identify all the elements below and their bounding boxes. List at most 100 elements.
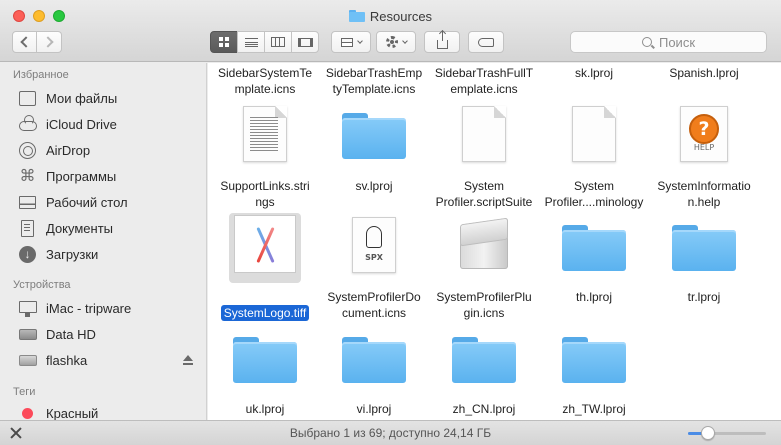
list-view-button[interactable] <box>237 31 265 53</box>
system-profiler-document-icon: SPX <box>352 217 396 273</box>
edit-tags-button[interactable] <box>468 31 504 53</box>
sidebar-item-desktop[interactable]: Рабочий стол <box>18 190 128 214</box>
eject-icon[interactable] <box>183 355 193 365</box>
sidebar-item-downloads[interactable]: ↓ Загрузки <box>18 242 98 266</box>
flash-drive-icon <box>18 351 37 369</box>
folder-icon <box>348 10 365 22</box>
file-item[interactable]: zh_CN.lproj <box>429 325 539 420</box>
sidebar-item-label: Загрузки <box>46 246 99 262</box>
file-item[interactable]: SidebarTrashFullT emplate.icns <box>429 65 539 97</box>
toolbar: Resources Поиск <box>0 0 781 62</box>
file-item[interactable]: SidebarSystemTe mplate.icns <box>210 65 320 97</box>
icon-size-slider[interactable] <box>688 432 766 435</box>
airdrop-icon <box>18 141 37 159</box>
sidebar-item-label: Data HD <box>46 326 96 342</box>
chevron-down-icon <box>356 37 363 44</box>
sidebar-item-documents[interactable]: Документы <box>18 216 113 240</box>
file-name: vi.lproj <box>356 402 392 416</box>
file-name: Spanish.lproj <box>669 66 739 80</box>
folder-icon <box>562 225 626 271</box>
plugin-icon <box>455 217 513 273</box>
share-button[interactable] <box>424 31 460 53</box>
tag-icon <box>478 37 494 47</box>
sidebar-item-icloud-drive[interactable]: iCloud Drive <box>18 112 117 136</box>
file-name-wrap: SystemLogo.tiff <box>210 289 320 321</box>
folder-icon <box>342 113 406 159</box>
file-item[interactable]: SystemProfilerPlu gin.icns <box>429 213 539 323</box>
file-name: System Profiler.scriptSuite <box>435 179 533 209</box>
file-name: sk.lproj <box>574 66 613 80</box>
gear-icon <box>385 36 398 48</box>
back-button[interactable] <box>12 31 37 53</box>
file-name: SidebarSystemTe mplate.icns <box>217 66 313 96</box>
file-item[interactable]: ? HELP SystemInformatio n.help <box>649 103 759 213</box>
sidebar-item-label: AirDrop <box>46 142 91 158</box>
sidebar-item-data-hd[interactable]: Data HD <box>18 322 96 346</box>
slider-knob[interactable] <box>700 426 715 440</box>
action-button[interactable] <box>376 31 416 53</box>
file-item-selected[interactable]: SystemLogo.tiff <box>210 213 320 323</box>
file-item[interactable]: SPX SystemProfilerDo cument.icns <box>319 213 429 323</box>
sidebar-item-label: Программы <box>46 168 117 184</box>
folder-icon <box>342 337 406 383</box>
file-item[interactable]: System Profiler.scriptSuite <box>429 103 539 213</box>
sidebar-item-label: iCloud Drive <box>46 116 117 132</box>
file-item[interactable]: th.lproj <box>539 213 649 323</box>
window-title-bar: Resources <box>0 9 781 24</box>
sidebar-item-flashka[interactable]: flashka <box>18 348 87 372</box>
arrange-button[interactable] <box>331 31 371 53</box>
file-name: SystemInformatio n.help <box>657 179 751 209</box>
file-item[interactable]: sv.lproj <box>319 103 429 213</box>
file-item[interactable]: System Profiler....minology <box>539 103 649 213</box>
desktop-icon <box>18 193 37 211</box>
grid-icon <box>219 37 229 47</box>
column-view-button[interactable] <box>264 31 292 53</box>
cover-flow-icon <box>297 37 313 47</box>
search-field[interactable]: Поиск <box>570 31 767 53</box>
chevron-down-icon <box>401 37 408 44</box>
hard-drive-icon <box>18 325 37 343</box>
sidebar-item-airdrop[interactable]: AirDrop <box>18 138 90 162</box>
file-name: uk.lproj <box>245 402 285 416</box>
downloads-icon: ↓ <box>18 245 37 263</box>
sidebar-item-all-my-files[interactable]: Мои файлы <box>18 86 117 110</box>
document-icon <box>572 106 616 162</box>
file-item[interactable]: uk.lproj <box>210 325 320 420</box>
chevron-left-icon <box>20 36 32 48</box>
window-title: Resources <box>369 9 433 24</box>
chevron-right-icon <box>41 36 54 48</box>
file-item[interactable]: Spanish.lproj <box>649 65 759 81</box>
sidebar-header-favorites: Избранное <box>13 69 69 81</box>
folder-icon <box>672 225 736 271</box>
file-name: zh_CN.lproj <box>452 402 516 416</box>
sidebar-item-label: Мои файлы <box>46 90 118 106</box>
help-book-icon: ? HELP <box>680 106 728 162</box>
file-item[interactable]: SidebarTrashEmp tyTemplate.icns <box>319 65 429 97</box>
cover-flow-button[interactable] <box>291 31 319 53</box>
file-name: tr.lproj <box>687 290 721 304</box>
finder-window: Resources Поиск Избранное Мои файлы iClo… <box>0 0 781 445</box>
search-placeholder: Поиск <box>658 34 696 50</box>
file-item[interactable]: tr.lproj <box>649 213 759 323</box>
sidebar-item-tag-red[interactable]: Красный <box>18 401 98 420</box>
forward-button[interactable] <box>37 31 62 53</box>
file-name: zh_TW.lproj <box>562 402 626 416</box>
folder-icon <box>233 337 297 383</box>
file-name: SupportLinks.stri ngs <box>220 179 310 209</box>
imac-icon <box>18 299 37 317</box>
all-my-files-icon <box>18 89 37 107</box>
file-name: SidebarTrashEmp tyTemplate.icns <box>325 66 423 96</box>
sidebar-item-applications[interactable]: ⌘ Программы <box>18 164 117 188</box>
icon-view-button[interactable] <box>210 31 238 53</box>
sidebar-item-imac[interactable]: iMac - tripware <box>18 296 131 320</box>
folder-icon <box>452 337 516 383</box>
sidebar-header-tags: Теги <box>13 386 36 398</box>
sidebar-item-label: iMac - tripware <box>46 300 132 316</box>
folder-icon <box>562 337 626 383</box>
file-item[interactable]: SupportLinks.stri ngs <box>210 103 320 213</box>
file-item[interactable]: vi.lproj <box>319 325 429 420</box>
sidebar: Избранное Мои файлы iCloud Drive AirDrop… <box>0 63 207 420</box>
share-icon <box>436 31 448 49</box>
file-item[interactable]: zh_TW.lproj <box>539 325 649 420</box>
file-item[interactable]: sk.lproj <box>539 65 649 81</box>
